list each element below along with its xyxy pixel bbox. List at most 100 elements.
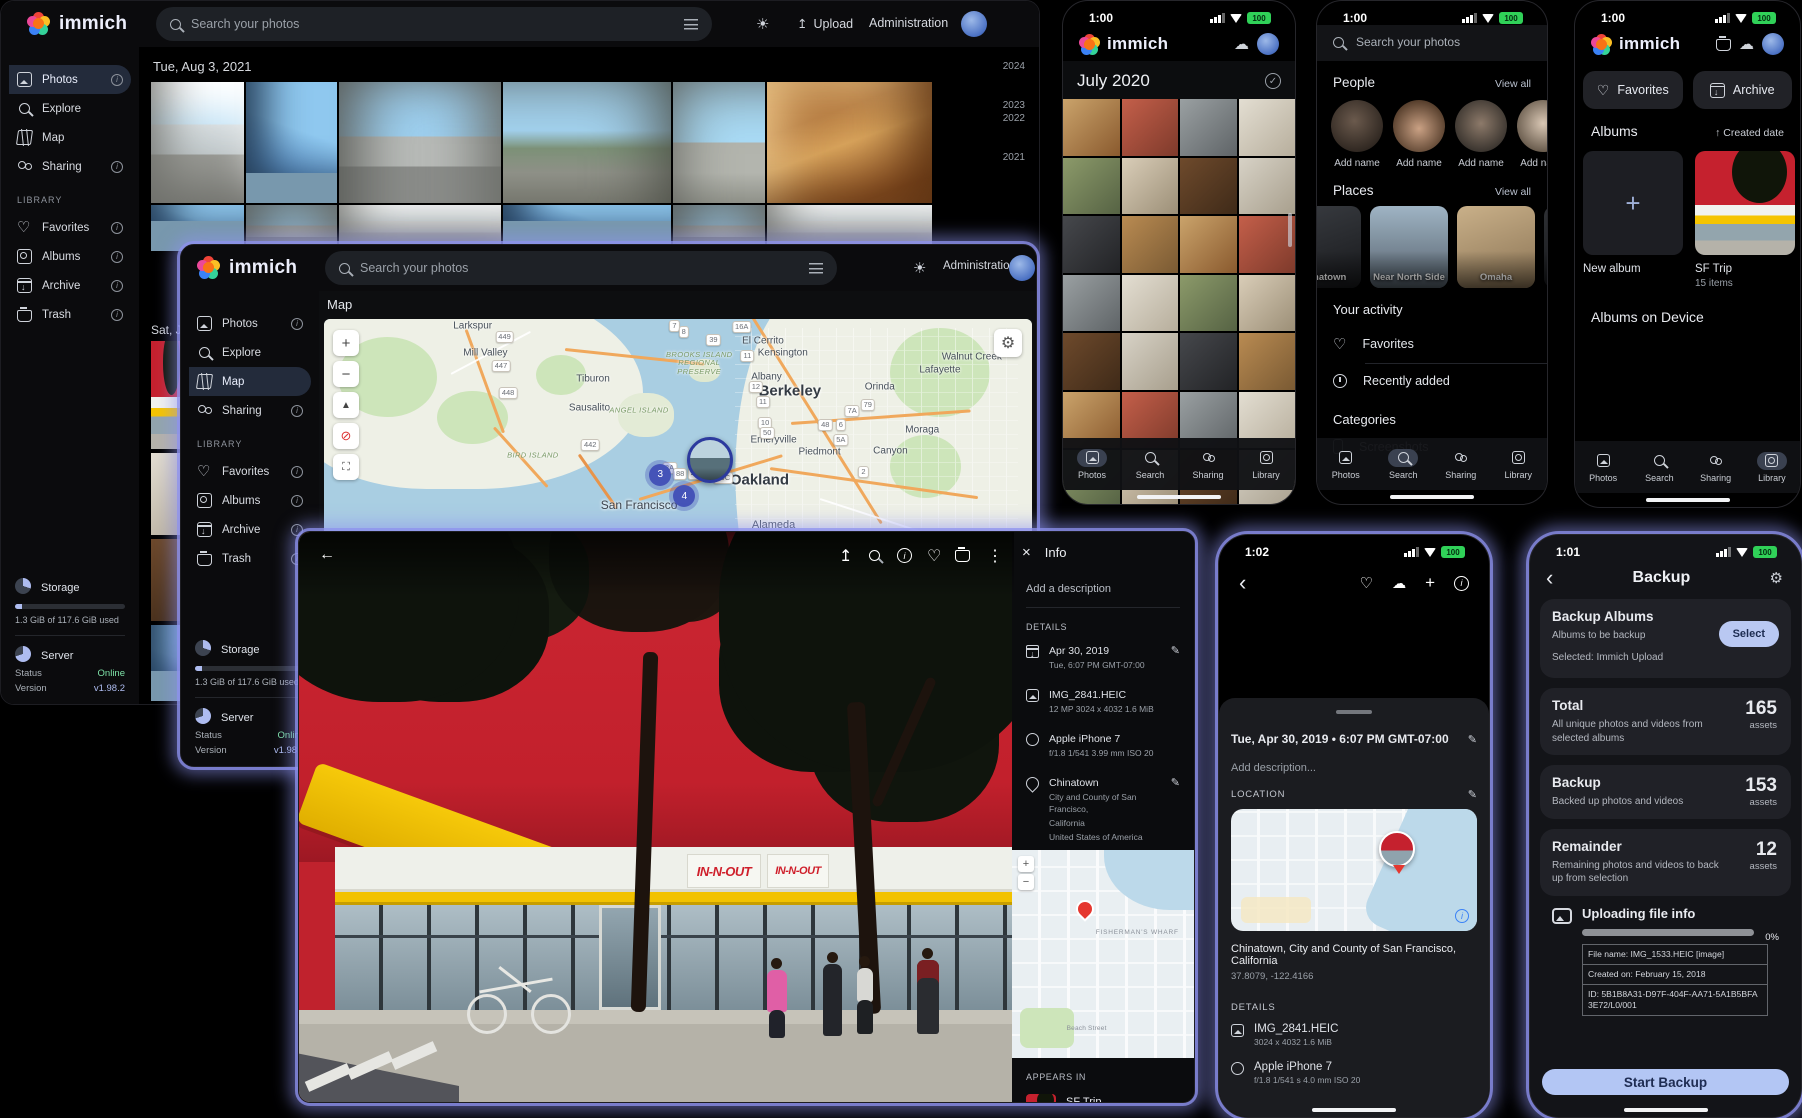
backup-cloud-icon[interactable]: ☁	[1739, 35, 1754, 53]
photo-tile[interactable]	[1180, 99, 1237, 156]
tab-photos[interactable]: Photos	[1575, 441, 1631, 493]
sidebar-item-archive[interactable]: Archivei	[189, 515, 311, 544]
people-view-all[interactable]: View all	[1495, 78, 1531, 90]
photo-tile[interactable]	[1122, 333, 1179, 390]
more-options-icon[interactable]: ⋮	[987, 546, 1003, 566]
photo-thumbnail[interactable]	[503, 82, 671, 203]
photo-thumbnail[interactable]	[767, 82, 932, 203]
photo-tile[interactable]	[1239, 333, 1296, 390]
upload-cloud-icon[interactable]: ☁	[1392, 575, 1406, 592]
tab-library[interactable]: Library	[1744, 441, 1800, 493]
tab-library[interactable]: Library	[1237, 438, 1295, 490]
theme-toggle-sun-icon[interactable]: ☀	[756, 15, 769, 33]
back-icon[interactable]: ‹	[1239, 575, 1246, 591]
place-tile[interactable]: Near North Side	[1370, 206, 1448, 288]
photo-thumbnail[interactable]	[151, 82, 244, 203]
photo-tile[interactable]	[1180, 216, 1237, 273]
home-indicator[interactable]	[1624, 1108, 1708, 1112]
home-indicator[interactable]	[1137, 495, 1221, 499]
album-link-sf-trip[interactable]: SF Trip 15 items	[1026, 1094, 1180, 1103]
mini-map-zoom-controls[interactable]: +−	[1018, 856, 1034, 890]
scrubber-year[interactable]: 2024	[985, 61, 1025, 72]
add-icon[interactable]: +	[1425, 573, 1435, 593]
immich-logo[interactable]: immich	[27, 12, 127, 36]
sidebar-item-explore[interactable]: Explore	[189, 338, 311, 367]
photo-thumbnail[interactable]	[339, 82, 501, 203]
map-settings-gear-icon[interactable]: ⚙	[994, 329, 1022, 357]
photo-tile[interactable]	[1239, 275, 1296, 332]
tab-photos[interactable]: Photos	[1063, 438, 1121, 490]
share-icon[interactable]: ↥	[839, 546, 852, 566]
sidebar-item-favorites[interactable]: Favoritesi	[9, 213, 131, 242]
sidebar-item-map[interactable]: Map	[189, 367, 311, 396]
sheet-handle[interactable]	[1336, 710, 1372, 714]
photo-tile[interactable]	[1239, 158, 1296, 215]
back-icon[interactable]: ←	[319, 546, 335, 564]
photo-tile[interactable]	[1122, 158, 1179, 215]
sidebar-item-favorites[interactable]: Favoritesi	[189, 457, 311, 486]
photo-tile[interactable]	[1122, 216, 1179, 273]
filter-sliders-icon[interactable]	[809, 262, 823, 274]
zoom-in-button[interactable]: +	[333, 330, 359, 356]
trash-icon[interactable]	[955, 548, 970, 562]
scrubber-year[interactable]: 2023	[985, 100, 1025, 111]
user-avatar[interactable]	[1762, 33, 1784, 55]
home-indicator[interactable]	[1312, 1108, 1396, 1112]
tab-search[interactable]: Search	[1375, 438, 1433, 490]
photo-thumbnail[interactable]	[673, 82, 765, 203]
search-input[interactable]: Search your photos	[325, 251, 837, 285]
select-button[interactable]: Select	[1719, 621, 1779, 647]
photo-tile[interactable]	[1063, 99, 1120, 156]
sidebar-item-trash[interactable]: Trashi	[9, 300, 131, 329]
add-name-link[interactable]: Add name	[1331, 158, 1383, 169]
scrollbar-thumb[interactable]	[1288, 213, 1292, 247]
home-indicator[interactable]	[1646, 498, 1730, 502]
select-all-icon[interactable]: ✓	[1265, 73, 1281, 89]
photo-tile[interactable]	[1239, 216, 1296, 273]
info-icon[interactable]: i	[897, 548, 912, 563]
sidebar-item-albums[interactable]: Albumsi	[189, 486, 311, 515]
photo-thumbnail[interactable]	[246, 82, 337, 203]
map-info-icon[interactable]: i	[1455, 909, 1469, 923]
close-icon[interactable]: ×	[1022, 544, 1031, 561]
filter-sliders-icon[interactable]	[684, 18, 698, 30]
start-backup-button[interactable]: Start Backup	[1542, 1069, 1789, 1095]
photo-tile[interactable]	[1063, 216, 1120, 273]
back-icon[interactable]: ‹	[1546, 570, 1553, 586]
compass-button[interactable]: ▲	[333, 392, 359, 418]
edit-location-icon[interactable]: ✎	[1171, 776, 1180, 844]
photo-tile[interactable]	[1122, 99, 1179, 156]
settings-gear-icon[interactable]: ⚙	[1770, 569, 1783, 587]
fullscreen-button[interactable]: ⛶	[333, 454, 359, 480]
person-face[interactable]: Add name	[1455, 100, 1507, 169]
immich-logo[interactable]: immich	[197, 256, 297, 280]
favorites-row[interactable]: ♡ Favorites	[1317, 325, 1547, 363]
tab-library[interactable]: Library	[1490, 438, 1548, 490]
sidebar-item-sharing[interactable]: Sharingi	[9, 152, 131, 181]
photo-thumb[interactable]	[151, 625, 183, 701]
photo-tile[interactable]	[1063, 158, 1120, 215]
zoom-icon[interactable]	[869, 548, 880, 566]
photo-tile[interactable]	[1180, 333, 1237, 390]
sidebar-item-albums[interactable]: Albumsi	[9, 242, 131, 271]
place-tile[interactable]: Chinatown	[1316, 206, 1361, 288]
search-input[interactable]: Search your photos	[156, 7, 712, 41]
photo-tile[interactable]	[1122, 275, 1179, 332]
sidebar-item-photos[interactable]: Photosi	[189, 309, 311, 338]
sidebar-item-trash[interactable]: Trashi	[189, 544, 311, 573]
place-tile[interactable]: Pi	[1544, 206, 1547, 288]
sidebar-item-archive[interactable]: Archivei	[9, 271, 131, 300]
sidebar-item-map[interactable]: Map	[9, 123, 131, 152]
photo-tile[interactable]	[1180, 158, 1237, 215]
map-cluster-marker[interactable]: 3	[649, 464, 671, 486]
sidebar-item-sharing[interactable]: Sharingi	[189, 396, 311, 425]
add-description-field[interactable]: Add a description	[1026, 583, 1180, 595]
edit-date-icon[interactable]: ✎	[1171, 644, 1180, 672]
tab-photos[interactable]: Photos	[1317, 438, 1375, 490]
add-name-link[interactable]: Add name	[1393, 158, 1445, 169]
favorites-button[interactable]: ♡Favorites	[1583, 71, 1683, 109]
zoom-out-button[interactable]: −	[333, 361, 359, 387]
search-bar[interactable]: Search your photos	[1317, 25, 1547, 61]
person-face[interactable]: Add name	[1517, 100, 1547, 169]
favorite-heart-icon[interactable]: ♡	[1360, 574, 1373, 592]
